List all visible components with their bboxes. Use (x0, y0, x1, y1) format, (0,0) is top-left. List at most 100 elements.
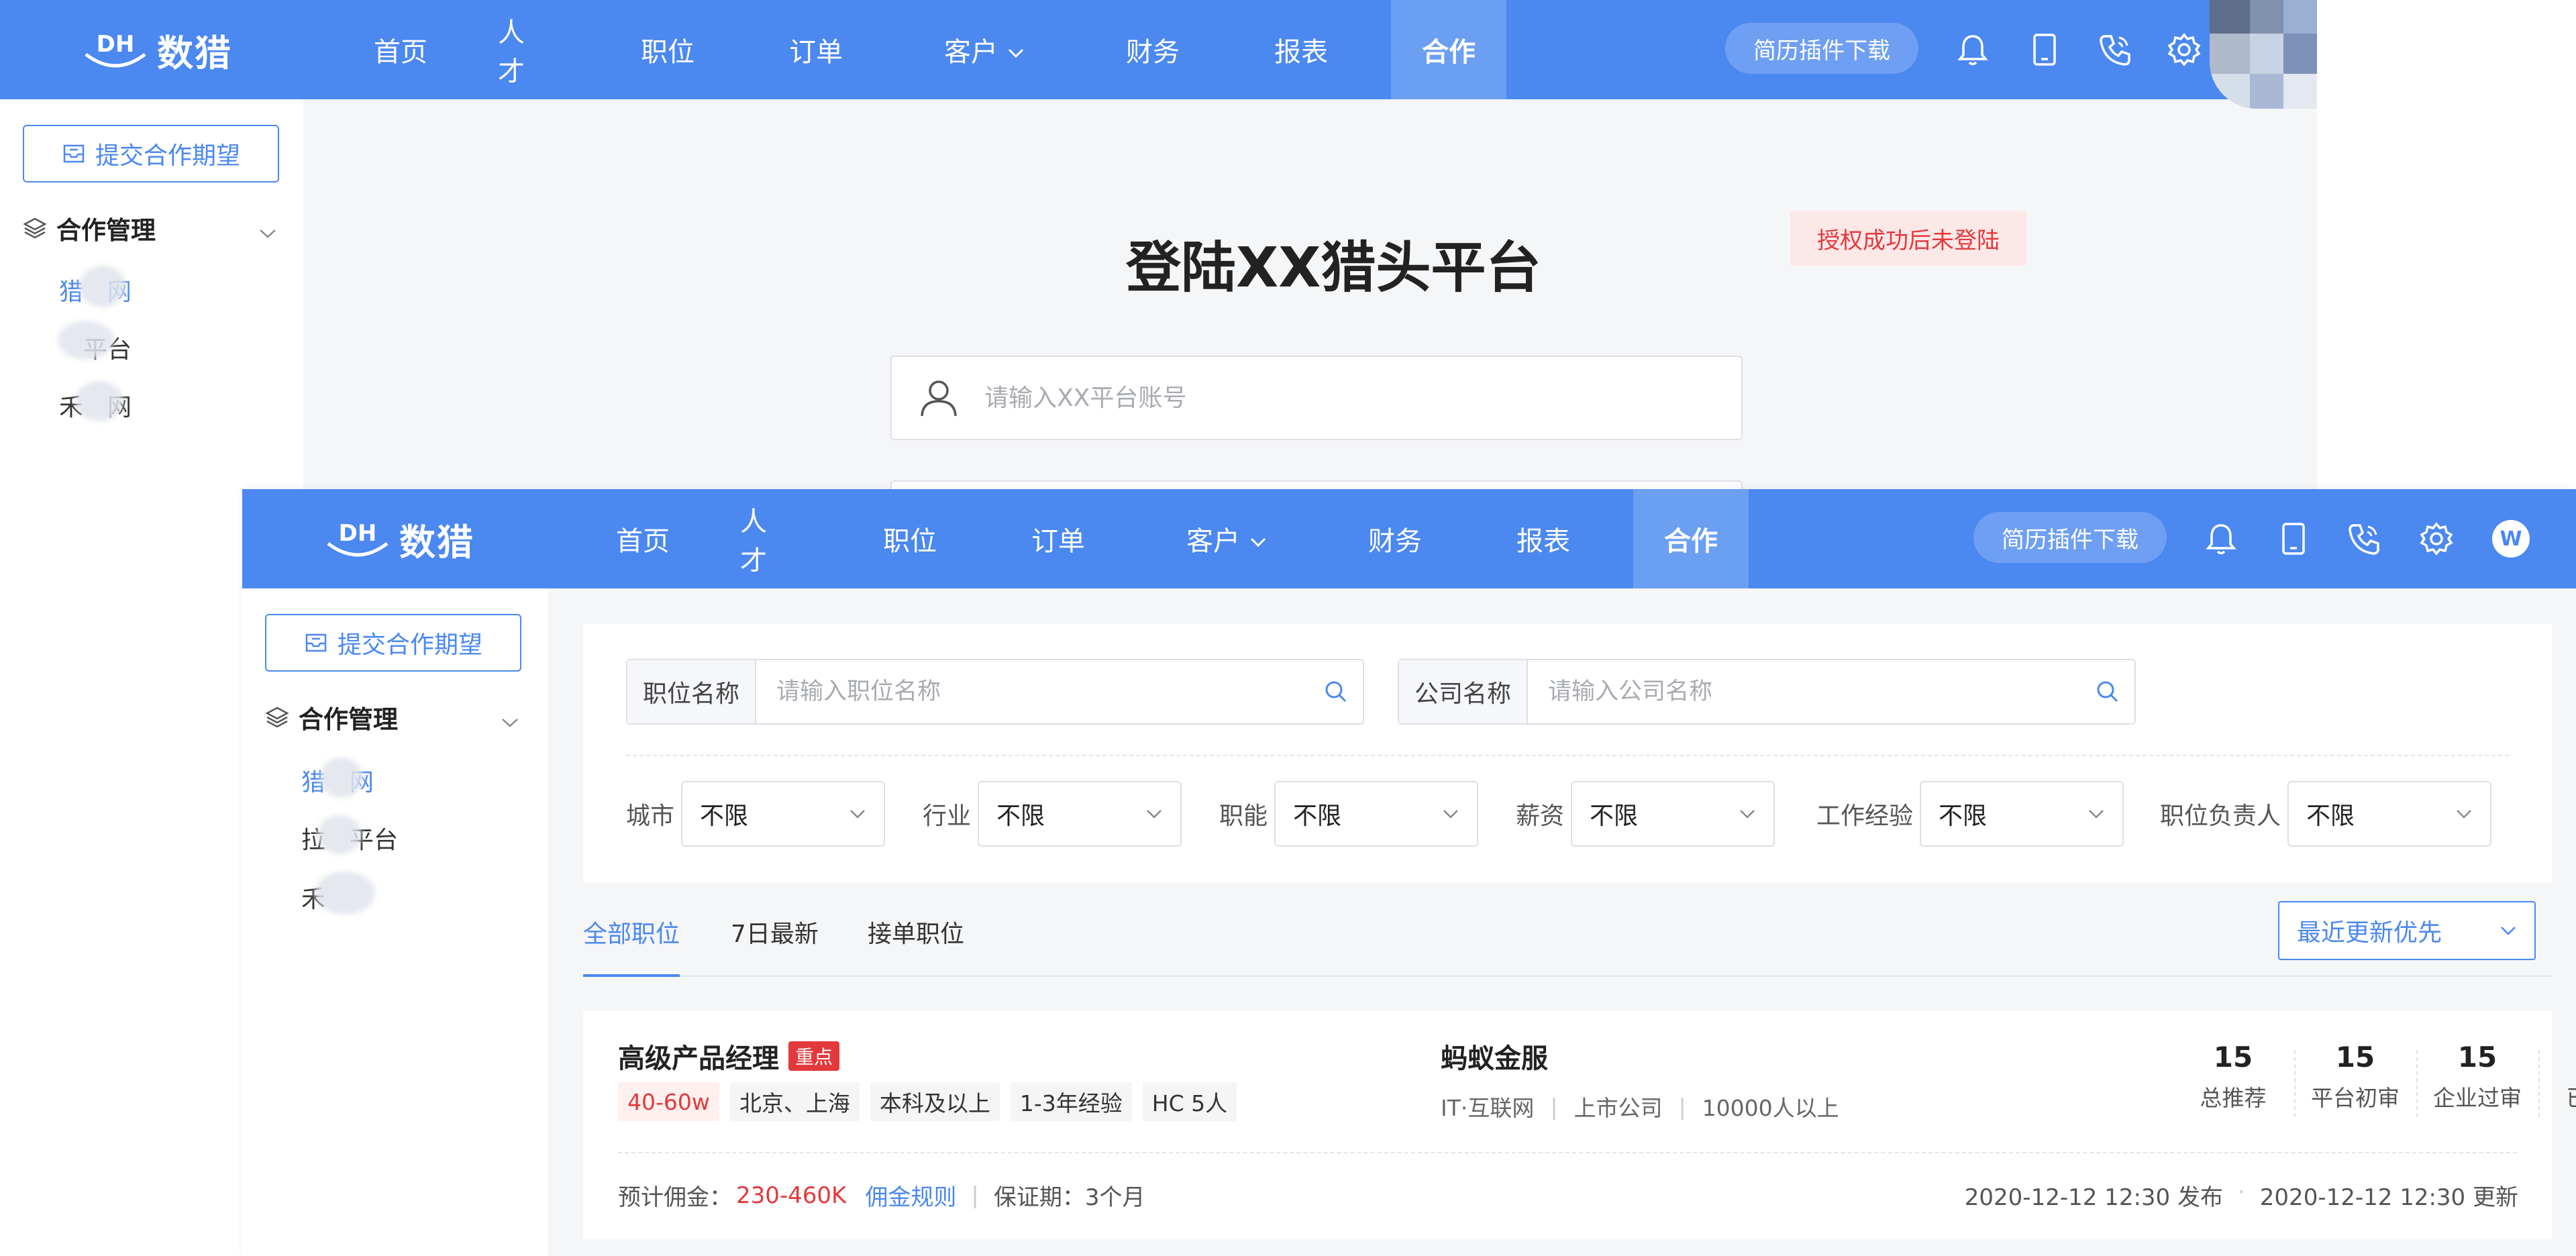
filter-select[interactable]: 不限 (1274, 781, 1479, 847)
gear-icon[interactable] (2416, 519, 2457, 559)
stat-total-recommend: 15 总推荐 (2172, 1041, 2294, 1112)
gear-icon[interactable] (2164, 30, 2204, 70)
redaction-blur (58, 321, 114, 360)
nav-report[interactable]: 报表 (1274, 0, 1328, 99)
nav-cooperation[interactable]: 合作 (1633, 489, 1749, 588)
chevron-down-icon (258, 217, 278, 246)
nav-order[interactable]: 订单 (1031, 489, 1085, 588)
job-card[interactable]: 高级产品经理 重点 40-60w 北京、上海 本科及以上 1-3年经验 HC 5… (583, 1011, 2576, 1239)
tablet-icon[interactable] (2024, 30, 2065, 70)
position-search-input[interactable] (756, 660, 1309, 723)
chevron-down-icon (2500, 925, 2517, 936)
account-input[interactable] (983, 383, 1590, 413)
phone-icon[interactable] (2344, 519, 2384, 559)
job-title-text: 高级产品经理 (618, 1043, 779, 1074)
tab-accepted-positions[interactable]: 接单职位 (868, 914, 964, 949)
top-nav-bar: DH 数猎 首页 人才 职位 订单 客户 财务 报表 合作 简历插件下载 W (242, 489, 2576, 588)
top-nav-bar: DH 数猎 首页 人才 职位 订单 客户 财务 报表 合作 简历插件下载 (0, 0, 2317, 99)
resume-plugin-download-button[interactable]: 简历插件下载 (1973, 512, 2167, 563)
layers-icon (265, 705, 289, 729)
commission-rule-link[interactable]: 佣金规则 (865, 1179, 956, 1212)
company-search-label: 公司名称 (1399, 660, 1528, 723)
logo-mark-icon: DH (323, 515, 393, 562)
search-icon[interactable] (2081, 660, 2134, 723)
nav-position[interactable]: 职位 (641, 0, 694, 99)
nav-talent[interactable]: 人才 (740, 489, 788, 588)
nav-order[interactable]: 订单 (789, 0, 843, 99)
bell-icon[interactable] (1953, 30, 1993, 70)
nav-home[interactable]: 首页 (350, 0, 451, 99)
filter-label: 行业 (923, 802, 972, 830)
divider: · (2237, 1179, 2245, 1206)
sidebar: 提交合作期望 合作管理 猎 网 平台 禾 网 (0, 99, 303, 493)
stat-number: 15 (2457, 1041, 2497, 1074)
login-title: 登陆XX猎头平台 (1126, 236, 1541, 300)
filter-select[interactable]: 不限 (2287, 781, 2492, 847)
chevron-down-icon (1739, 808, 1756, 819)
company-search-field[interactable]: 公司名称 (1398, 659, 2136, 725)
bell-icon[interactable] (2201, 519, 2241, 559)
guarantee-period: 保证期：3个月 (993, 1184, 1145, 1211)
account-field[interactable] (890, 356, 1743, 440)
tab-latest-7-days[interactable]: 7日最新 (731, 914, 819, 949)
filter-experience: 工作经验 不限 (1816, 781, 2124, 847)
job-tags: 40-60w 北京、上海 本科及以上 1-3年经验 HC 5人 (618, 1082, 1247, 1121)
stat-number: 15 (2538, 1041, 2576, 1074)
logo-text: 数猎 (399, 521, 474, 564)
chevron-down-icon (500, 706, 520, 735)
sidebar-group-cooperation[interactable]: 合作管理 (265, 697, 520, 737)
background-window: DH 数猎 首页 人才 职位 订单 客户 财务 报表 合作 简历插件下载 提交合… (0, 0, 2317, 493)
stat-label: 企业过审 (2433, 1085, 2522, 1111)
avatar[interactable]: W (2492, 520, 2530, 558)
main-nav: 首页 人才 职位 订单 客户 财务 报表 合作 (350, 0, 1506, 99)
phone-icon[interactable] (2095, 30, 2135, 70)
nav-report[interactable]: 报表 (1516, 489, 1570, 588)
filter-select[interactable]: 不限 (978, 781, 1182, 847)
svg-text:DH: DH (97, 31, 135, 58)
filter-select[interactable]: 不限 (1920, 781, 2124, 847)
main-nav: 首页 人才 职位 订单 客户 财务 报表 合作 (593, 489, 1749, 588)
filter-city: 城市 不限 (626, 781, 886, 847)
app-logo[interactable]: DH 数猎 (323, 512, 474, 566)
layers-icon (23, 216, 47, 240)
nav-finance[interactable]: 财务 (1368, 489, 1422, 588)
nav-talent[interactable]: 人才 (498, 0, 546, 99)
position-search-label: 职位名称 (627, 660, 756, 723)
position-search-field[interactable]: 职位名称 (626, 659, 1364, 725)
nav-customer[interactable]: 客户 (1180, 489, 1274, 588)
submit-cooperation-button[interactable]: 提交合作期望 (265, 614, 521, 672)
nav-customer[interactable]: 客户 (937, 0, 1031, 99)
filter-select[interactable]: 不限 (1571, 781, 1775, 847)
nav-cooperation[interactable]: 合作 (1391, 0, 1506, 99)
chevron-down-icon (849, 808, 866, 819)
tabs-baseline (583, 976, 2552, 977)
active-tab-indicator (583, 974, 680, 977)
filter-select[interactable]: 不限 (681, 781, 886, 847)
user-icon (892, 377, 983, 419)
resume-plugin-download-button[interactable]: 简历插件下载 (1725, 23, 1918, 74)
filter-label: 职位负责人 (2160, 802, 2281, 830)
sidebar-group-cooperation[interactable]: 合作管理 (23, 208, 278, 248)
sort-select-value: 最近更新优先 (2297, 919, 2442, 947)
blurred-avatar (2210, 0, 2317, 109)
sort-select[interactable]: 最近更新优先 (2278, 901, 2536, 960)
filter-industry: 行业 不限 (923, 781, 1182, 847)
tab-all-positions[interactable]: 全部职位 (583, 914, 680, 949)
svg-text:DH: DH (339, 520, 377, 547)
filter-panel: 职位名称 公司名称 城市 不限 行业 不限 职能 不限 薪资 不限 工作经验 不 (583, 624, 2552, 882)
authorization-warning-badge: 授权成功后未登陆 (1790, 211, 2026, 266)
job-title[interactable]: 高级产品经理 重点 (618, 1037, 840, 1076)
app-logo[interactable]: DH 数猎 (81, 23, 232, 76)
nav-home[interactable]: 首页 (593, 489, 693, 588)
nav-position[interactable]: 职位 (883, 489, 937, 588)
filter-label: 职能 (1219, 802, 1268, 830)
redaction-blur (79, 266, 126, 307)
tablet-icon[interactable] (2273, 519, 2314, 559)
company-name[interactable]: 蚂蚁金服 (1441, 1037, 1548, 1076)
company-search-input[interactable] (1528, 660, 2081, 723)
search-icon[interactable] (1309, 660, 1363, 723)
nav-finance[interactable]: 财务 (1126, 0, 1180, 99)
foreground-window: DH 数猎 首页 人才 职位 订单 客户 财务 报表 合作 简历插件下载 W 提… (242, 489, 2576, 1256)
submit-cooperation-button[interactable]: 提交合作期望 (23, 125, 279, 182)
chevron-down-icon (1442, 808, 1459, 819)
